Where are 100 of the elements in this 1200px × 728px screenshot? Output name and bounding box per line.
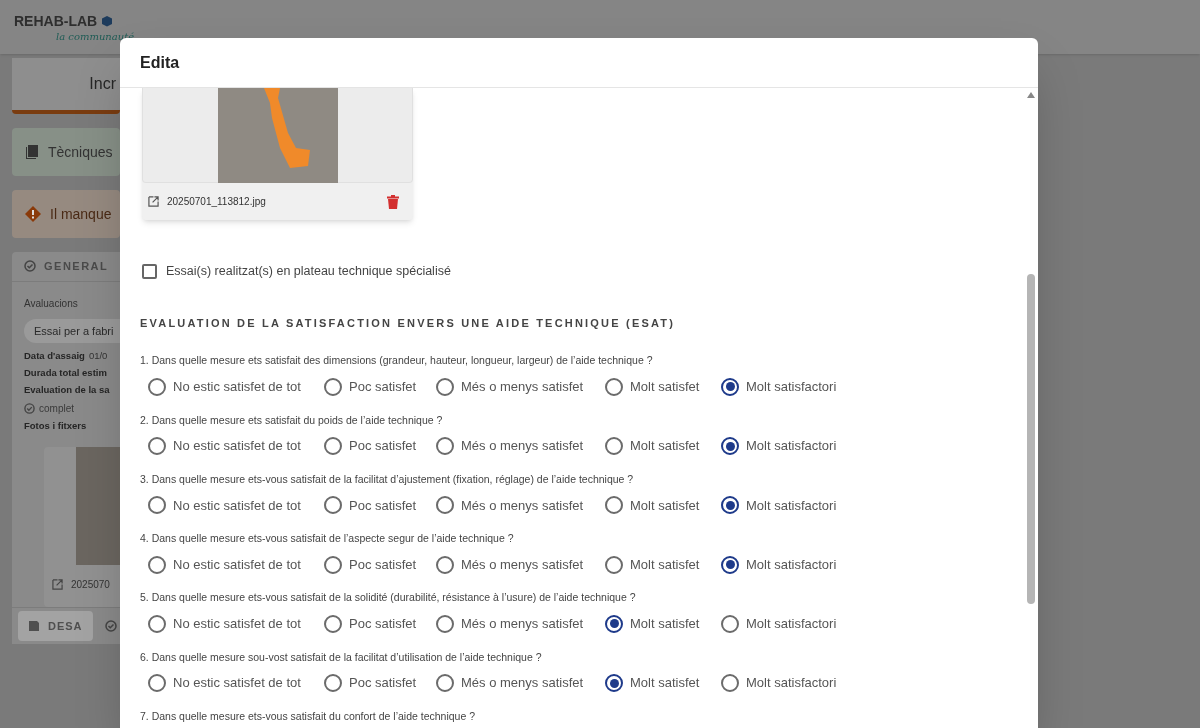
option-label: No estic satisfet de tot bbox=[173, 555, 301, 574]
external-link-icon[interactable] bbox=[52, 579, 63, 591]
option-label: Més o menys satisfet bbox=[461, 378, 584, 396]
radio-button[interactable] bbox=[721, 377, 739, 396]
radio-button[interactable] bbox=[721, 496, 739, 515]
option-label: Més o menys satisfet bbox=[461, 437, 584, 456]
option-label: Molt satisfactori bbox=[746, 674, 837, 693]
radio-button[interactable] bbox=[605, 555, 623, 574]
field-value: 01/0 bbox=[88, 348, 108, 363]
option-label: No estic satisfet de tot bbox=[173, 674, 301, 693]
checkbox[interactable] bbox=[142, 263, 157, 279]
scrollbar-thumb[interactable] bbox=[1027, 274, 1035, 604]
radio-button[interactable] bbox=[436, 377, 454, 396]
radio-button[interactable] bbox=[721, 437, 739, 455]
option-label: No estic satisfet de tot bbox=[173, 496, 301, 515]
radio-button[interactable] bbox=[148, 614, 166, 633]
option-label: Molt satisfet bbox=[630, 437, 700, 456]
option-label: Més o menys satisfet bbox=[461, 496, 584, 515]
radio-button[interactable] bbox=[436, 437, 454, 455]
option-label: Molt satisfet bbox=[630, 674, 700, 693]
field-label: Evaluation de la sa bbox=[24, 383, 110, 398]
warning-icon bbox=[24, 205, 42, 223]
radio-button[interactable] bbox=[605, 377, 623, 396]
option-label: No estic satisfet de tot bbox=[173, 378, 301, 396]
option-label: Poc satisfet bbox=[349, 555, 417, 574]
radio-button[interactable] bbox=[721, 614, 739, 633]
scroll-up-arrow-icon[interactable] bbox=[1027, 92, 1035, 98]
radio-button[interactable] bbox=[436, 496, 454, 515]
question-text: 7. Dans quelle mesure ets-vous satisfait du confort de l’aide technique ? bbox=[140, 708, 477, 724]
option-label: Molt satisfactori bbox=[746, 437, 837, 456]
trash-icon[interactable] bbox=[387, 194, 399, 209]
section-label: Avaluacions bbox=[24, 296, 79, 311]
file-name: 20250701_113812.jpg bbox=[167, 195, 266, 209]
radio-button[interactable] bbox=[721, 555, 739, 574]
radio-button[interactable] bbox=[605, 614, 623, 633]
option-label: Més o menys satisfet bbox=[461, 615, 584, 633]
radio-button[interactable] bbox=[148, 496, 166, 515]
section-title: EVALUATION DE LA SATISFACTION ENVERS UNE AIDE TECHNIQUE (ESAT) bbox=[140, 315, 677, 331]
check-circle-icon bbox=[24, 260, 36, 273]
option-label: Més o menys satisfet bbox=[461, 555, 584, 574]
radio-button[interactable] bbox=[324, 437, 342, 455]
file-name: 2025070 bbox=[71, 578, 110, 593]
logo-text: REHAB-LAB bbox=[14, 11, 98, 31]
radio-button[interactable] bbox=[605, 674, 623, 692]
radio-button[interactable] bbox=[436, 674, 454, 692]
radio-button[interactable] bbox=[148, 555, 166, 574]
radio-button[interactable] bbox=[324, 496, 342, 515]
option-label: Molt satisfactori bbox=[746, 496, 837, 515]
option-label: Més o menys satisfet bbox=[461, 674, 584, 693]
option-label: Poc satisfet bbox=[349, 674, 417, 693]
radio-button[interactable] bbox=[324, 674, 342, 692]
radio-button[interactable] bbox=[324, 614, 342, 633]
logo-tagline: la communauté bbox=[56, 29, 135, 44]
techniques-card[interactable]: Tècniques bbox=[12, 128, 120, 176]
option-label: Poc satisfet bbox=[349, 378, 417, 396]
option-label: Poc satisfet bbox=[349, 496, 417, 515]
radio-button[interactable] bbox=[605, 496, 623, 515]
general-tab[interactable]: GENERAL bbox=[44, 258, 109, 275]
option-label: Poc satisfet bbox=[349, 615, 417, 633]
radio-button[interactable] bbox=[148, 674, 166, 692]
radio-button[interactable] bbox=[436, 614, 454, 633]
option-label: Molt satisfactori bbox=[746, 555, 837, 574]
radio-button[interactable] bbox=[324, 555, 342, 574]
radio-button[interactable] bbox=[148, 377, 166, 396]
option-label: Molt satisfet bbox=[630, 615, 700, 633]
warning-text: Il manque bbox=[50, 204, 112, 224]
option-label: Molt satisfactori bbox=[746, 378, 837, 396]
radio-button[interactable] bbox=[721, 674, 739, 692]
cube-logo-icon bbox=[101, 15, 114, 27]
checkbox-label: Essai(s) realitzat(s) en plateau technique spécialisé bbox=[166, 263, 451, 280]
field-label: Data d'assaig bbox=[24, 348, 85, 363]
techniques-label: Tècniques bbox=[48, 142, 113, 162]
radio-button[interactable] bbox=[324, 377, 342, 396]
option-label: Molt satisfet bbox=[630, 496, 700, 515]
question-text: 3. Dans quelle mesure ets-vous satisfait de la facilitat d’ajustement (fixation, réglage) de l’aide technique ? bbox=[140, 471, 635, 487]
question-text: 6. Dans quelle mesure sou-vost satisfait de la facilitat d’utilisation de l’aide technique ? bbox=[140, 649, 543, 665]
scrollbar[interactable] bbox=[1024, 88, 1038, 728]
radio-button[interactable] bbox=[605, 437, 623, 455]
option-label: Poc satisfet bbox=[349, 437, 417, 456]
question-text: 1. Dans quelle mesure ets satisfait des dimensions (grandeur, hauteur, longueur, largeur) de l’aide technique ? bbox=[140, 353, 654, 369]
option-label: Molt satisfet bbox=[630, 378, 700, 396]
radio-button[interactable] bbox=[148, 437, 166, 455]
external-link-icon[interactable] bbox=[148, 196, 159, 207]
field-label: Fotos i fitxers bbox=[24, 418, 87, 433]
dialog-title: Edita bbox=[140, 52, 180, 73]
question-text: 4. Dans quelle mesure ets-vous satisfait de l’aspecte segur de l’aide technique ? bbox=[140, 531, 515, 546]
option-label: Molt satisfactori bbox=[746, 615, 837, 633]
question-text: 2. Dans quelle mesure ets satisfait du poids de l’aide technique ? bbox=[140, 412, 444, 428]
book-icon bbox=[24, 144, 40, 160]
field-label: Durada total estim bbox=[24, 366, 107, 381]
question-text: 5. Dans quelle mesure ets-vous satisfait de la solidité (durabilité, résistance à l’usure) de l’aide technique ? bbox=[140, 590, 637, 606]
option-label: No estic satisfet de tot bbox=[173, 615, 301, 633]
status-text: complet bbox=[39, 401, 74, 416]
check-circle-icon bbox=[24, 402, 35, 414]
radio-button[interactable] bbox=[436, 555, 454, 574]
option-label: No estic satisfet de tot bbox=[173, 437, 301, 456]
option-label: Molt satisfet bbox=[630, 555, 700, 574]
evaluation-chip[interactable]: Essai per a fabri bbox=[24, 318, 120, 343]
check-circle-icon bbox=[104, 619, 117, 632]
tab-card[interactable]: Incr bbox=[12, 58, 120, 114]
